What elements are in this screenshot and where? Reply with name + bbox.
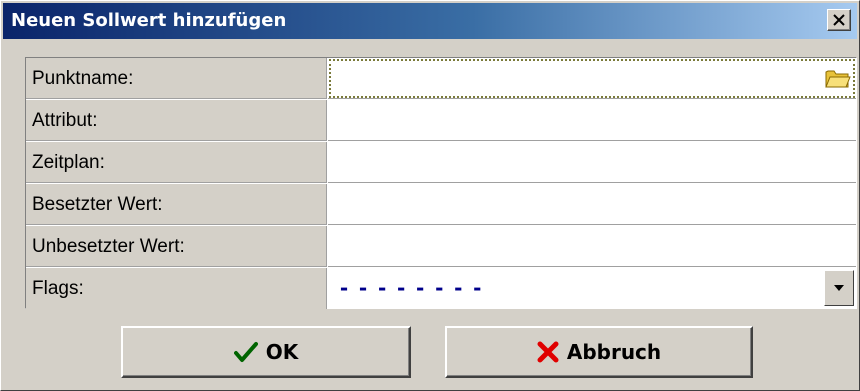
zeitplan-field[interactable] [328,142,856,183]
attribut-field[interactable] [328,100,856,141]
unbesetzter-wert-label: Unbesetzter Wert: [32,236,185,257]
row-attribut: Attribut: [26,100,856,142]
label-cell: Flags: [26,268,327,309]
label-cell: Attribut: [26,100,327,141]
properties-grid: Punktname: Attribut: Zeitplan: Besetzter… [25,57,857,309]
close-button[interactable] [827,9,851,31]
row-flags: Flags: -------- [26,268,856,310]
dropdown-button[interactable] [824,270,854,306]
dialog-window: Neuen Sollwert hinzufügen Punktname: Att… [0,0,860,391]
cancel-label: Abbruch [566,340,662,364]
flags-value: -------- [338,276,491,300]
flags-select[interactable]: -------- [328,268,856,309]
browse-button[interactable] [824,64,852,92]
row-punktname: Punktname: [26,58,856,100]
punktname-field[interactable] [328,58,856,99]
window-title: Neuen Sollwert hinzufügen [11,10,287,31]
row-besetzter-wert: Besetzter Wert: [26,184,856,226]
row-unbesetzter-wert: Unbesetzter Wert: [26,226,856,268]
checkmark-icon [233,342,258,362]
label-cell: Zeitplan: [26,142,327,183]
unbesetzter-wert-field[interactable] [328,226,856,267]
close-icon [833,14,845,26]
label-cell: Unbesetzter Wert: [26,226,327,267]
chevron-down-icon [834,285,844,291]
folder-icon [825,70,851,88]
label-cell: Besetzter Wert: [26,184,327,225]
attribut-label: Attribut: [32,110,98,131]
cancel-button[interactable]: Abbruch [445,326,753,378]
punktname-label: Punktname: [32,68,134,89]
ok-label: OK [265,340,299,364]
zeitplan-label: Zeitplan: [32,152,105,173]
besetzter-wert-label: Besetzter Wert: [32,194,163,215]
flags-label: Flags: [32,278,84,299]
besetzter-wert-field[interactable] [328,184,856,225]
title-bar[interactable]: Neuen Sollwert hinzufügen [3,3,857,39]
ok-button[interactable]: OK [121,326,411,378]
x-icon [537,341,559,363]
label-cell: Punktname: [26,58,327,99]
row-zeitplan: Zeitplan: [26,142,856,184]
